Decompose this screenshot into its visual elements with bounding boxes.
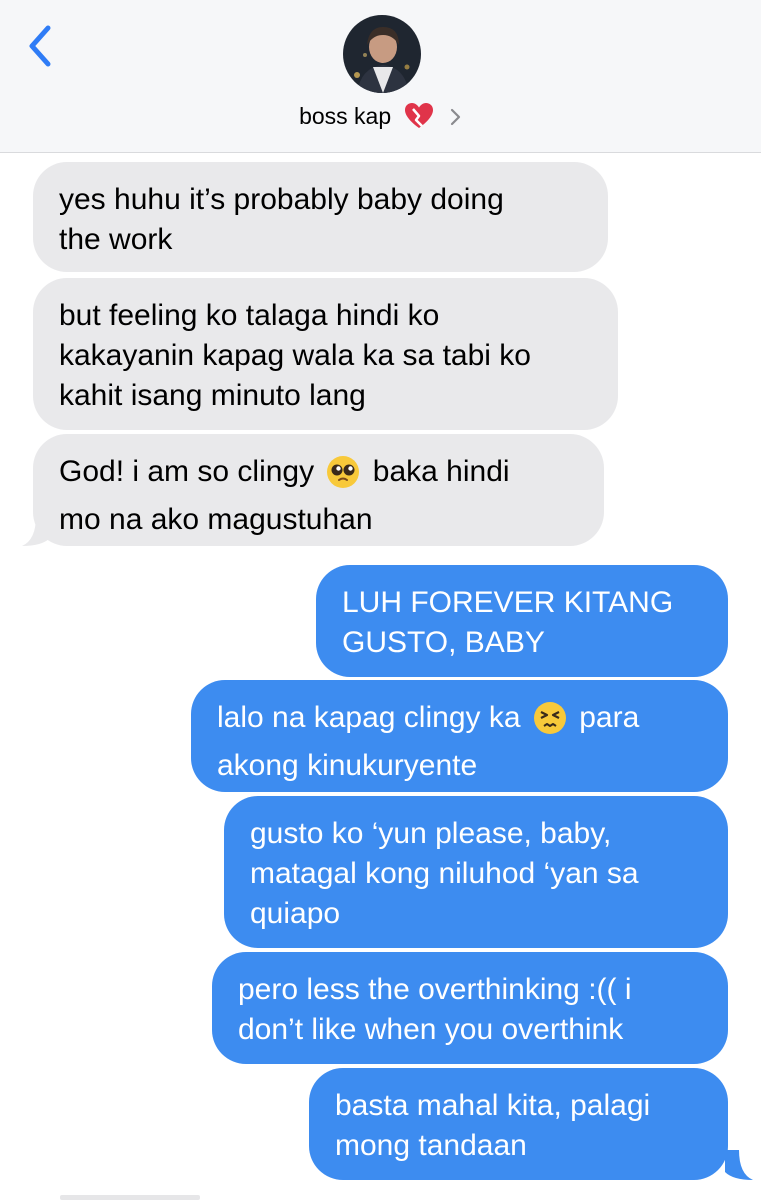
message-text: kakayanin kapag wala ka sa tabi ko: [59, 339, 531, 372]
received-message[interactable]: yes huhu it’s probably baby doing the wo…: [33, 162, 608, 272]
message-text: pero less the overthinking :(( i: [238, 973, 632, 1006]
message-text: gusto ko ‘yun please, baby,: [250, 817, 612, 850]
chevron-left-icon: [29, 25, 51, 67]
sent-message[interactable]: gusto ko ‘yun please, baby, matagal kong…: [224, 796, 728, 948]
message-text: yes huhu it’s probably baby doing: [59, 183, 504, 216]
chevron-right-icon: [450, 102, 462, 134]
message-text: God! i am so clingy: [59, 455, 315, 488]
persevering-face-icon: [533, 701, 567, 746]
message-text: matagal kong niluhod ‘yan sa: [250, 857, 639, 890]
sent-message[interactable]: pero less the overthinking :(( i don’t l…: [212, 952, 728, 1064]
message-text: mong tandaan: [335, 1129, 527, 1162]
received-message[interactable]: but feeling ko talaga hindi ko kakayanin…: [33, 278, 618, 430]
divider: [60, 1195, 200, 1200]
bubble-tail: [22, 516, 50, 546]
received-message[interactable]: God! i am so clingy baka hindi mo na ako…: [33, 434, 604, 546]
message-text: quiapo: [250, 897, 341, 930]
message-text: lalo na kapag clingy ka: [217, 701, 521, 734]
message-text: but feeling ko talaga hindi ko: [59, 299, 440, 332]
contact-avatar[interactable]: [343, 15, 421, 93]
conversation-header: boss kap: [0, 0, 761, 153]
sent-message[interactable]: LUH FOREVER KITANG GUSTO, BABY: [316, 565, 728, 677]
back-button[interactable]: [22, 22, 62, 70]
message-text: baka hindi: [372, 455, 510, 488]
sent-message[interactable]: lalo na kapag clingy ka para akong kinuk…: [191, 680, 728, 792]
contact-name-row[interactable]: boss kap: [0, 100, 761, 138]
message-text: para: [579, 701, 640, 734]
heart-emoji-icon: [404, 102, 434, 138]
message-text: basta mahal kita, palagi: [335, 1089, 651, 1122]
message-text: LUH FOREVER KITANG: [342, 586, 674, 619]
message-text: akong kinukuryente: [217, 749, 478, 782]
message-text: GUSTO, BABY: [342, 626, 545, 659]
pleading-face-icon: [326, 455, 360, 500]
message-text: kahit isang minuto lang: [59, 379, 366, 412]
bubble-tail: [725, 1150, 753, 1180]
message-text: don’t like when you overthink: [238, 1013, 624, 1046]
message-text: mo na ako magustuhan: [59, 503, 373, 536]
contact-name: boss kap: [299, 103, 392, 129]
message-text: the work: [59, 223, 173, 256]
sent-message[interactable]: basta mahal kita, palagi mong tandaan: [309, 1068, 728, 1180]
